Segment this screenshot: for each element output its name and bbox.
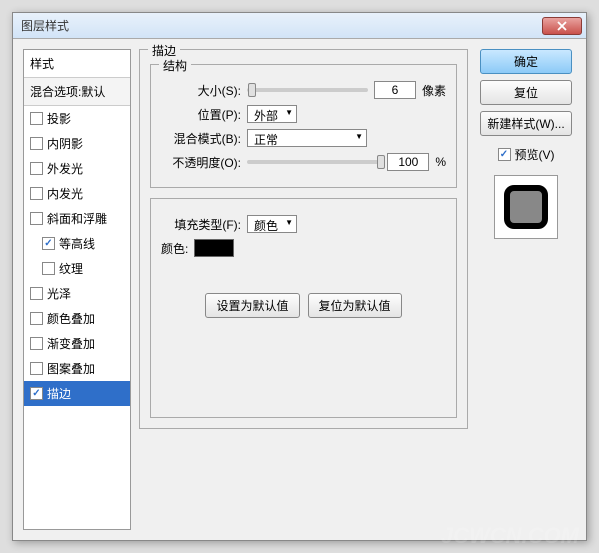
opacity-input[interactable] <box>387 153 429 171</box>
style-label: 等高线 <box>59 235 95 252</box>
style-item[interactable]: 渐变叠加 <box>24 331 130 356</box>
style-item[interactable]: 内阴影 <box>24 131 130 156</box>
opacity-slider[interactable] <box>247 160 381 164</box>
style-label: 内发光 <box>47 185 83 202</box>
fill-group: 填充类型(F): 颜色 颜色: 设置为默认值 复位为默认值 <box>150 198 457 418</box>
style-item[interactable]: 斜面和浮雕 <box>24 206 130 231</box>
style-checkbox[interactable] <box>30 212 43 225</box>
size-slider-thumb[interactable] <box>248 83 256 97</box>
style-label: 颜色叠加 <box>47 310 95 327</box>
style-checkbox[interactable] <box>30 187 43 200</box>
style-label: 光泽 <box>47 285 71 302</box>
style-checkbox[interactable] <box>30 287 43 300</box>
style-label: 投影 <box>47 110 71 127</box>
style-item[interactable]: 描边 <box>24 381 130 406</box>
styles-header[interactable]: 样式 <box>24 50 130 78</box>
titlebar[interactable]: 图层样式 <box>13 13 586 39</box>
stroke-group: 描边 结构 大小(S): 像素 位置(P): 外部 混合模式(B): <box>139 49 468 429</box>
dialog-title: 图层样式 <box>21 17 542 34</box>
style-item[interactable]: 图案叠加 <box>24 356 130 381</box>
color-label: 颜色: <box>161 240 188 257</box>
structure-label: 结构 <box>159 57 191 74</box>
style-item[interactable]: 外发光 <box>24 156 130 181</box>
opacity-unit: % <box>435 155 446 169</box>
fill-type-select[interactable]: 颜色 <box>247 215 297 233</box>
style-checkbox[interactable] <box>42 237 55 250</box>
ok-button[interactable]: 确定 <box>480 49 572 74</box>
style-checkbox[interactable] <box>30 387 43 400</box>
opacity-label: 不透明度(O): <box>161 154 241 171</box>
style-label: 内阴影 <box>47 135 83 152</box>
position-label: 位置(P): <box>161 106 241 123</box>
preview-shape <box>504 185 548 229</box>
style-item[interactable]: 颜色叠加 <box>24 306 130 331</box>
reset-button[interactable]: 复位 <box>480 80 572 105</box>
styles-list-panel: 样式 混合选项:默认 投影内阴影外发光内发光斜面和浮雕等高线纹理光泽颜色叠加渐变… <box>23 49 131 530</box>
fill-type-label: 填充类型(F): <box>161 216 241 233</box>
blend-select[interactable]: 正常 <box>247 129 367 147</box>
preview-box <box>494 175 558 239</box>
style-label: 渐变叠加 <box>47 335 95 352</box>
size-row: 大小(S): 像素 <box>161 81 446 99</box>
blend-label: 混合模式(B): <box>161 130 241 147</box>
position-select[interactable]: 外部 <box>247 105 297 123</box>
close-button[interactable] <box>542 17 582 35</box>
preview-label: 预览(V) <box>515 146 555 163</box>
opacity-row: 不透明度(O): % <box>161 153 446 171</box>
blend-row: 混合模式(B): 正常 <box>161 129 446 147</box>
reset-default-button[interactable]: 复位为默认值 <box>308 293 402 318</box>
size-input[interactable] <box>374 81 416 99</box>
color-swatch[interactable] <box>194 239 234 257</box>
style-checkbox[interactable] <box>42 262 55 275</box>
style-label: 描边 <box>47 385 71 402</box>
style-item[interactable]: 内发光 <box>24 181 130 206</box>
style-list: 投影内阴影外发光内发光斜面和浮雕等高线纹理光泽颜色叠加渐变叠加图案叠加描边 <box>24 106 130 406</box>
new-style-button[interactable]: 新建样式(W)... <box>480 111 572 136</box>
blend-options-header[interactable]: 混合选项:默认 <box>24 78 130 106</box>
style-checkbox[interactable] <box>30 362 43 375</box>
action-panel: 确定 复位 新建样式(W)... 预览(V) <box>476 49 576 530</box>
style-checkbox[interactable] <box>30 337 43 350</box>
structure-group: 结构 大小(S): 像素 位置(P): 外部 混合模式(B): 正常 <box>150 64 457 188</box>
size-slider[interactable] <box>247 88 368 92</box>
dialog-body: 样式 混合选项:默认 投影内阴影外发光内发光斜面和浮雕等高线纹理光泽颜色叠加渐变… <box>13 39 586 540</box>
default-buttons: 设置为默认值 复位为默认值 <box>161 293 446 318</box>
color-row: 颜色: <box>161 239 446 257</box>
settings-panel: 描边 结构 大小(S): 像素 位置(P): 外部 混合模式(B): <box>139 49 468 530</box>
style-label: 外发光 <box>47 160 83 177</box>
style-item[interactable]: 等高线 <box>24 231 130 256</box>
style-item[interactable]: 纹理 <box>24 256 130 281</box>
style-label: 斜面和浮雕 <box>47 210 107 227</box>
position-row: 位置(P): 外部 <box>161 105 446 123</box>
size-label: 大小(S): <box>161 82 241 99</box>
style-checkbox[interactable] <box>30 137 43 150</box>
style-label: 纹理 <box>59 260 83 277</box>
style-item[interactable]: 投影 <box>24 106 130 131</box>
style-checkbox[interactable] <box>30 112 43 125</box>
size-unit: 像素 <box>422 82 446 99</box>
preview-checkbox[interactable] <box>498 148 511 161</box>
style-checkbox[interactable] <box>30 162 43 175</box>
fill-type-row: 填充类型(F): 颜色 <box>161 215 446 233</box>
opacity-slider-thumb[interactable] <box>377 155 385 169</box>
layer-style-dialog: 图层样式 样式 混合选项:默认 投影内阴影外发光内发光斜面和浮雕等高线纹理光泽颜… <box>12 12 587 541</box>
style-item[interactable]: 光泽 <box>24 281 130 306</box>
set-default-button[interactable]: 设置为默认值 <box>205 293 299 318</box>
preview-toggle[interactable]: 预览(V) <box>498 146 555 163</box>
close-icon <box>557 21 567 31</box>
style-label: 图案叠加 <box>47 360 95 377</box>
style-checkbox[interactable] <box>30 312 43 325</box>
